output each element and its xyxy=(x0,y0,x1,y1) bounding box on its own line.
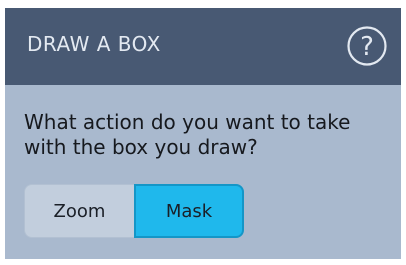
mask-option[interactable]: Mask xyxy=(134,184,244,238)
mask-option-label: Mask xyxy=(165,200,213,222)
help-glyph: ? xyxy=(360,32,374,62)
draw-a-box-panel: DRAW A BOX ? What action do you want to … xyxy=(5,8,401,259)
zoom-option-label: Zoom xyxy=(53,200,106,222)
action-question: What action do you want to take with the… xyxy=(24,110,351,159)
box-action-toggle: Zoom Mask xyxy=(24,184,244,238)
question-circle-icon: ? xyxy=(347,26,387,66)
zoom-option[interactable]: Zoom xyxy=(24,184,134,238)
panel-header: DRAW A BOX ? xyxy=(5,8,401,85)
panel-title: DRAW A BOX xyxy=(27,32,161,56)
help-button[interactable]: ? xyxy=(345,24,389,68)
